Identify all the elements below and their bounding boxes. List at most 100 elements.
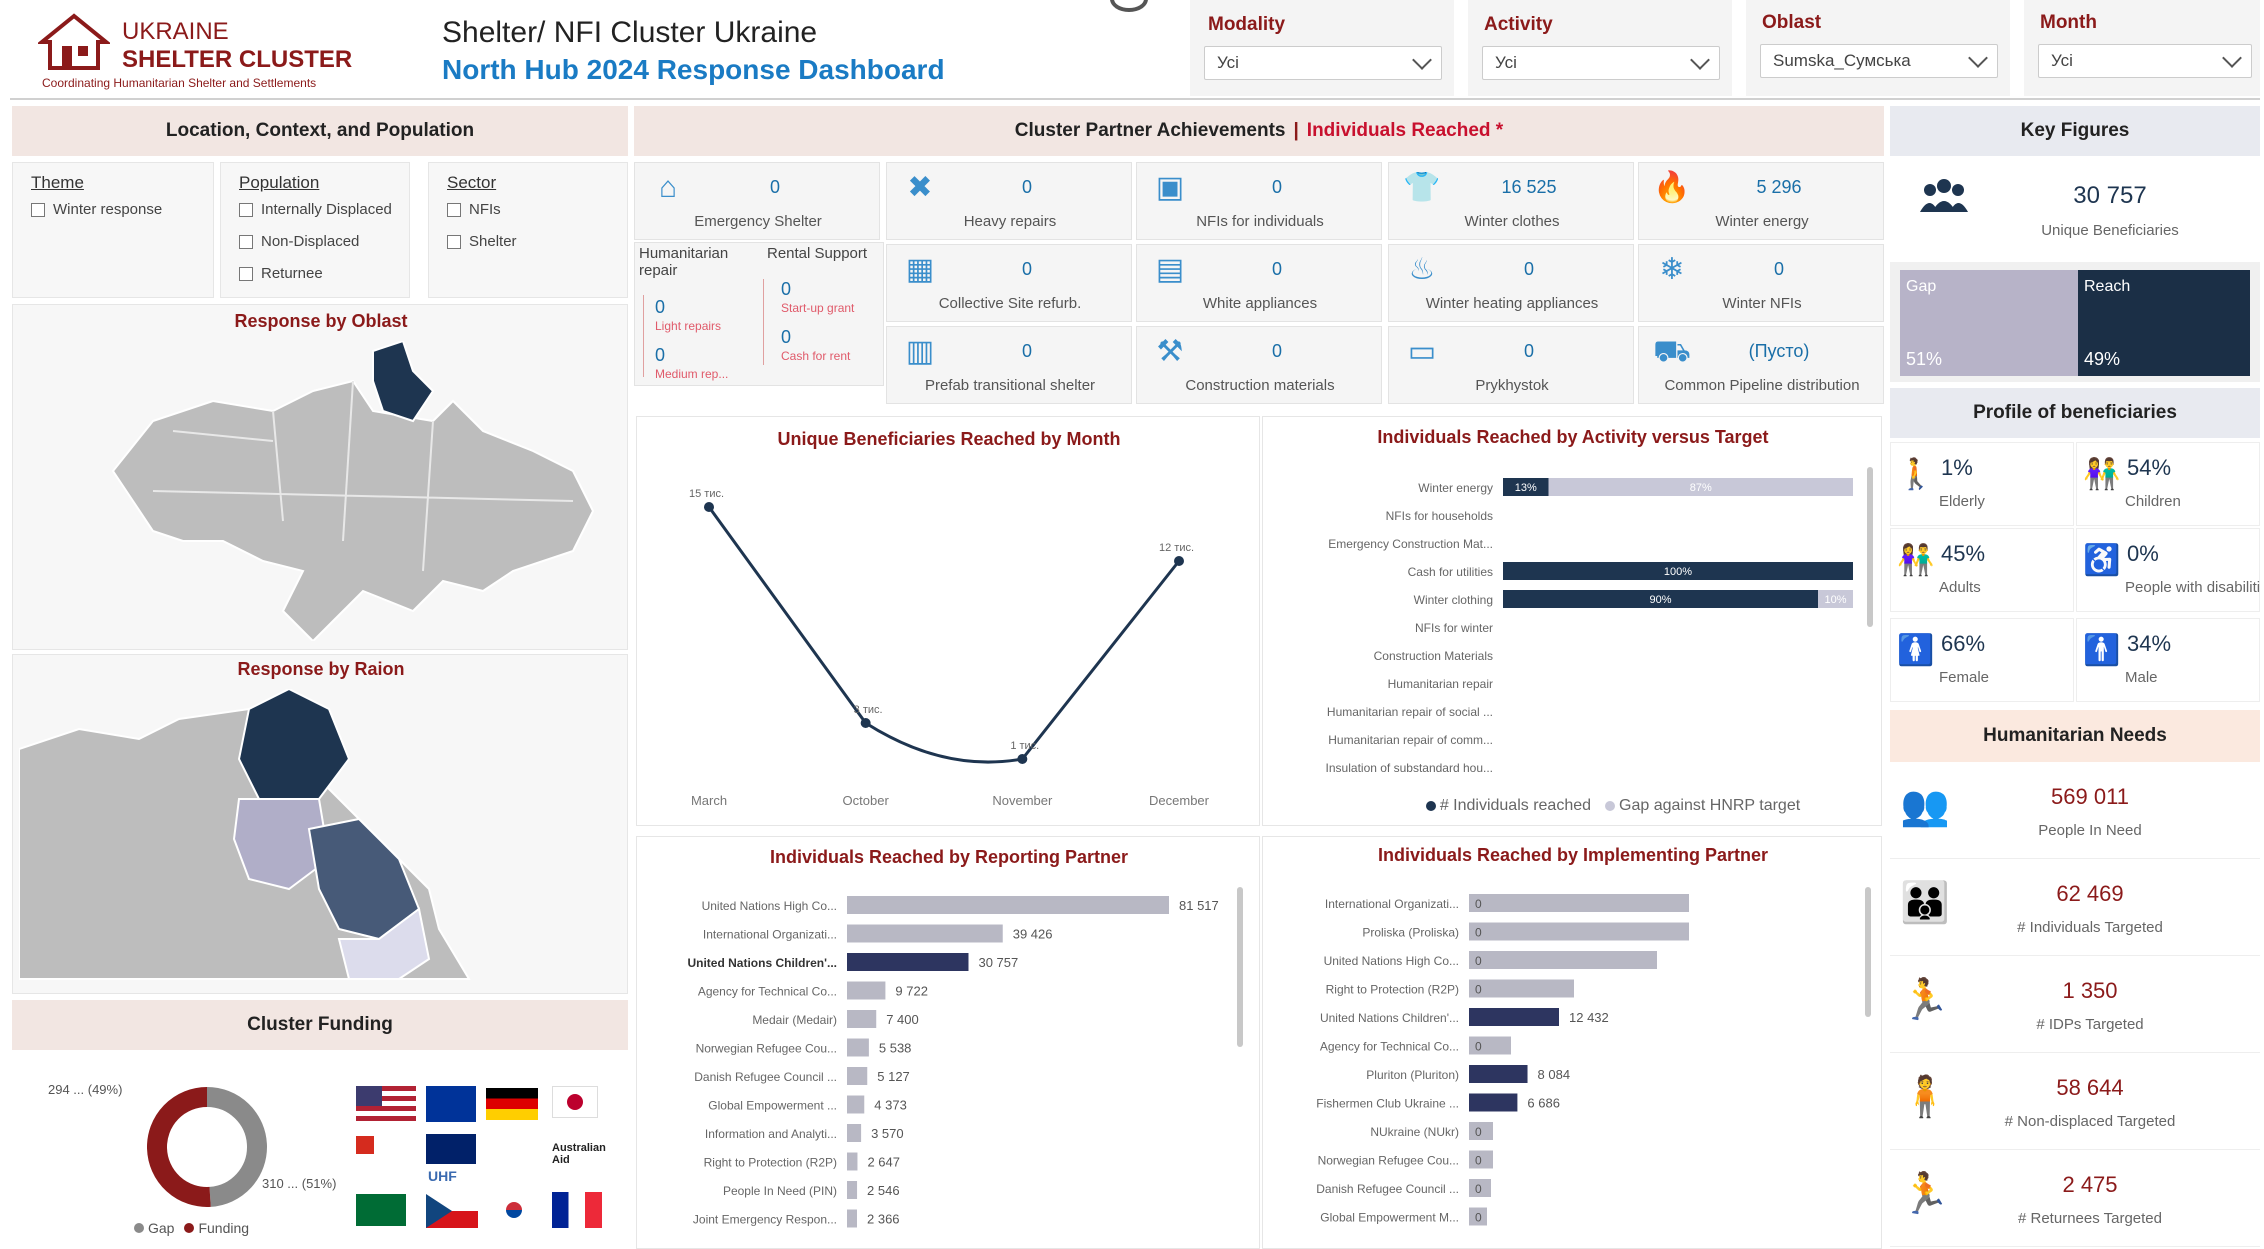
population-slicer-title: Population bbox=[239, 173, 320, 192]
population-option-idp[interactable]: Internally Displaced bbox=[239, 201, 392, 218]
partner-label: Medair (Medair) bbox=[752, 1013, 837, 1027]
scrollbar[interactable] bbox=[1237, 887, 1243, 1047]
activity-category-label: Cash for utilities bbox=[1408, 565, 1493, 579]
scrollbar[interactable] bbox=[1865, 887, 1871, 1017]
kpi-label: Prefab transitional shelter bbox=[924, 377, 1096, 394]
partner-value: 0 bbox=[1475, 1154, 1482, 1168]
reporting-chart-title: Individuals Reached by Reporting Partner bbox=[769, 847, 1129, 867]
sector-option-nfis[interactable]: NFIs bbox=[447, 201, 501, 218]
partner-label: Right to Protection (R2P) bbox=[1326, 983, 1459, 997]
location-panel-header: Location, Context, and Population bbox=[12, 106, 628, 156]
kpi-card: ⌂ 0 Emergency Shelter bbox=[634, 162, 880, 240]
partner-label: Danish Refugee Council ... bbox=[694, 1070, 837, 1084]
kpi-label: NFIs for individuals bbox=[1196, 213, 1324, 230]
kpi-value: (Пусто) bbox=[1748, 341, 1810, 361]
sector-option-label: NFIs bbox=[469, 201, 501, 218]
australian-aid-logo-icon: Australian Aid bbox=[552, 1142, 606, 1166]
month-select[interactable]: Усі bbox=[2038, 44, 2252, 78]
partner-bar bbox=[847, 896, 1169, 914]
reach-block: Reach 49% bbox=[2078, 270, 2250, 376]
chevron-down-icon bbox=[1968, 48, 1988, 68]
population-option-nondisplaced[interactable]: Non-Displaced bbox=[239, 233, 359, 250]
need-value: 62 469 bbox=[2056, 881, 2124, 906]
activity-select[interactable]: Усі bbox=[1482, 46, 1720, 80]
activity-category-label: Winter energy bbox=[1418, 481, 1493, 495]
partner-bar bbox=[847, 1181, 858, 1199]
reporting-partner-bar-chart[interactable]: United Nations High Co... 81 517 Internati… bbox=[637, 881, 1261, 1249]
partner-value: 0 bbox=[1475, 1125, 1482, 1139]
population-option-returnee[interactable]: Returnee bbox=[239, 265, 323, 282]
modality-select[interactable]: Усі bbox=[1204, 46, 1442, 80]
kpi-card: ⚒ 0 Construction materials bbox=[1136, 326, 1382, 404]
checkbox-icon bbox=[239, 234, 253, 249]
population-option-label: Returnee bbox=[261, 265, 323, 282]
partner-bar bbox=[847, 1067, 868, 1085]
kpi-card: ▣ 0 NFIs for individuals bbox=[1136, 162, 1382, 240]
partner-label: Danish Refugee Council ... bbox=[1316, 1182, 1459, 1196]
partner-label: United Nations High Co... bbox=[702, 899, 837, 913]
funding-donut-chart[interactable] bbox=[132, 1072, 282, 1222]
profile-label: Children bbox=[2125, 493, 2181, 510]
bar-data-label: 90% bbox=[1649, 594, 1671, 606]
activity-category-label: NFIs for households bbox=[1386, 509, 1493, 523]
non-displaced-icon: 🧍 bbox=[1900, 1075, 1950, 1119]
implementing-chart-title: Individuals Reached by Implementing Part… bbox=[1377, 845, 1769, 865]
theme-option-winter[interactable]: Winter response bbox=[31, 201, 162, 218]
raion-map-panel: Response by Raion bbox=[12, 654, 628, 994]
kpi-value: 0 bbox=[1271, 177, 1282, 197]
activity-category-label: Humanitarian repair of social ... bbox=[1327, 705, 1493, 719]
partner-label: Proliska (Proliska) bbox=[1362, 926, 1459, 940]
legend-gap: Gap bbox=[134, 1220, 174, 1236]
sector-option-shelter[interactable]: Shelter bbox=[447, 233, 517, 250]
hum-repair-card: Humanitarian repair Rental Support 0 Lig… bbox=[634, 242, 884, 386]
need-label: People In Need bbox=[2038, 822, 2142, 839]
activity-category-label: Humanitarian repair of comm... bbox=[1328, 733, 1493, 747]
theme-slicer: Theme Winter response bbox=[12, 162, 214, 298]
profile-card: 👫 45% Adults bbox=[1890, 528, 2074, 612]
chevron-down-icon bbox=[2222, 48, 2242, 68]
partner-bar bbox=[847, 1038, 869, 1057]
kpi-value: 0 bbox=[1271, 341, 1282, 361]
children-icon: 👫 bbox=[2083, 458, 2121, 491]
disability-icon: ♿ bbox=[2083, 544, 2121, 577]
cash-rent-label: Cash for rent bbox=[781, 349, 851, 363]
theme-slicer-title: Theme bbox=[31, 173, 84, 192]
gap-pct: 51% bbox=[1906, 349, 1943, 369]
key-figures-header: Key Figures bbox=[1890, 106, 2260, 156]
hum-repair-title: Humanitarian repair bbox=[639, 245, 729, 279]
partner-label: Agency for Technical Co... bbox=[1320, 1040, 1459, 1054]
partner-value: 9 722 bbox=[895, 984, 928, 999]
implementing-partner-bar-chart[interactable]: International Organizati... 0 Proliska (Pr… bbox=[1263, 879, 1883, 1249]
need-card: 🧍 58 644 # Non-displaced Targeted bbox=[1890, 1057, 2260, 1150]
oblast-map[interactable] bbox=[13, 341, 629, 641]
activity-bar-chart[interactable]: Winter energy 13% 87% NFIs for households Em… bbox=[1263, 457, 1883, 797]
reporting-partner-panel: Individuals Reached by Reporting Partner… bbox=[636, 836, 1260, 1249]
partner-value: 6 686 bbox=[1527, 1096, 1560, 1111]
modality-select-value: Усі bbox=[1217, 53, 1239, 72]
partner-value: 39 426 bbox=[1013, 927, 1053, 942]
profile-value: 66% bbox=[1941, 631, 1986, 656]
legend-funding-label: Funding bbox=[198, 1220, 250, 1236]
oblast-select[interactable]: Sumska_Сумська bbox=[1760, 44, 1998, 78]
partner-value: 0 bbox=[1475, 983, 1482, 997]
line-data-label: 1 тис. bbox=[1010, 740, 1039, 752]
raion-map[interactable] bbox=[19, 689, 623, 989]
month-line-chart[interactable]: 15 тис. March 3 тис. October 1 тис. November 1… bbox=[637, 457, 1261, 827]
donut-slice bbox=[147, 1087, 211, 1207]
partner-value: 2 647 bbox=[867, 1155, 900, 1170]
profile-value: 0% bbox=[2127, 541, 2159, 566]
logo-line1: UKRAINE bbox=[122, 18, 229, 45]
unique-beneficiaries-value: 30 757 bbox=[2073, 182, 2147, 209]
partner-bg-bar bbox=[1469, 979, 1574, 998]
partner-value: 2 366 bbox=[867, 1212, 900, 1227]
partner-label: Norwegian Refugee Cou... bbox=[696, 1042, 837, 1056]
flag-japan-icon bbox=[552, 1086, 598, 1118]
funding-gap-label: 294 ... (49%) bbox=[48, 1082, 123, 1097]
need-value: 569 011 bbox=[2051, 784, 2129, 809]
partner-value: 81 517 bbox=[1179, 898, 1219, 913]
partner-value: 3 570 bbox=[871, 1126, 904, 1141]
need-label: # Non-displaced Targeted bbox=[2004, 1113, 2176, 1130]
legend-reached-label: # Individuals reached bbox=[1439, 797, 1592, 814]
partner-bar bbox=[847, 981, 886, 1000]
line-data-label: 12 тис. bbox=[1159, 542, 1194, 554]
